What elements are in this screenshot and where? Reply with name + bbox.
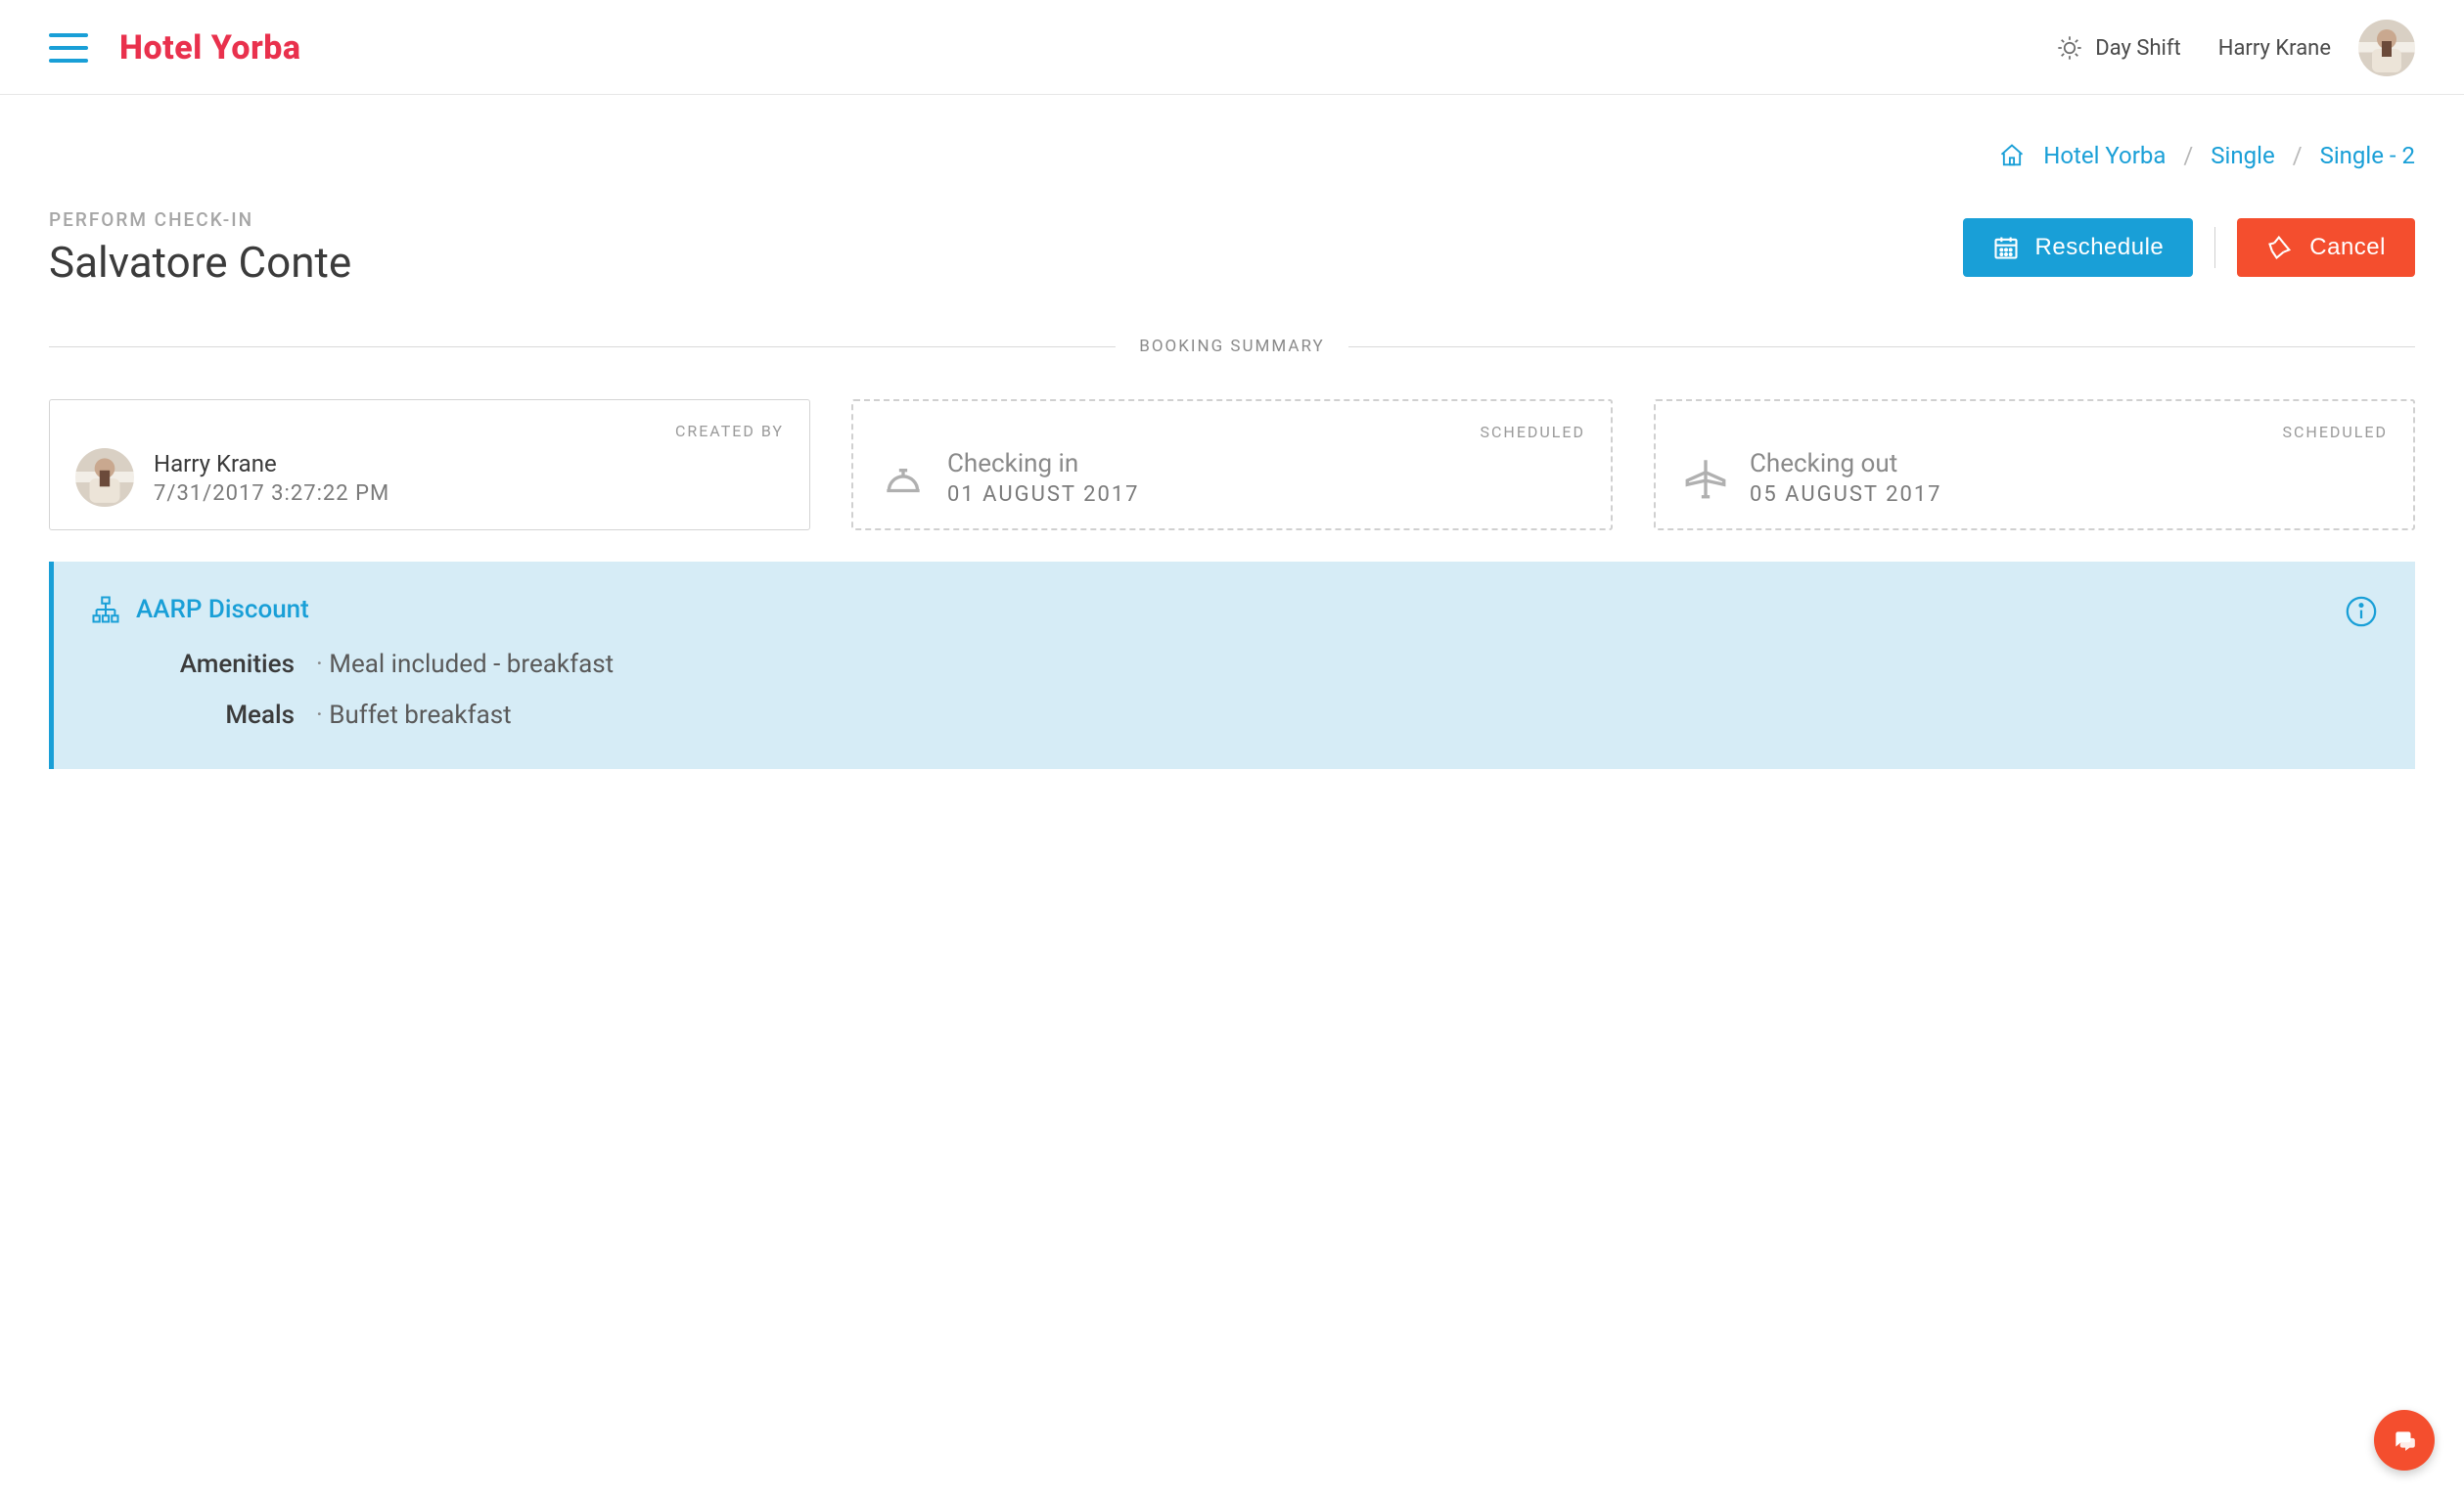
discount-title-row[interactable]: AARP Discount — [91, 595, 2378, 624]
breadcrumb-item-hotel[interactable]: Hotel Yorba — [2043, 142, 2166, 169]
sun-icon — [2056, 34, 2083, 62]
title-row: PERFORM CHECK-IN Salvatore Conte Resched… — [49, 208, 2415, 288]
user-avatar[interactable] — [2358, 20, 2415, 76]
topbar: Hotel Yorba Day Shift Harry Krane — [0, 0, 2464, 95]
main-content: Hotel Yorba / Single / Single - 2 PERFOR… — [0, 95, 2464, 828]
chat-fab[interactable] — [2374, 1410, 2435, 1471]
check-in-label: SCHEDULED — [879, 423, 1585, 441]
amenities-label: Amenities — [91, 650, 316, 679]
discount-title: AARP Discount — [136, 595, 309, 624]
shift-toggle[interactable]: Day Shift — [2056, 34, 2180, 62]
section-divider-booking-summary: BOOKING SUMMARY — [49, 337, 2415, 356]
home-icon — [1998, 142, 2026, 169]
calendar-icon — [1992, 234, 2020, 261]
created-by-card: CREATED BY Harry Krane 7/31/2017 3:27:22… — [49, 399, 810, 530]
breadcrumb-item-room[interactable]: Single - 2 — [2320, 142, 2415, 169]
page-kicker: PERFORM CHECK-IN — [49, 208, 351, 231]
plane-icon — [1681, 454, 1730, 503]
breadcrumb-item-single[interactable]: Single — [2211, 142, 2274, 169]
page-title: Salvatore Conte — [49, 237, 351, 288]
discount-panel: AARP Discount Amenities Meal included - … — [49, 562, 2415, 769]
check-out-title: Checking out — [1750, 449, 1942, 478]
created-by-label: CREATED BY — [75, 422, 784, 440]
summary-cards: CREATED BY Harry Krane 7/31/2017 3:27:22… — [49, 399, 2415, 530]
section-label: BOOKING SUMMARY — [1139, 337, 1325, 356]
check-out-label: SCHEDULED — [1681, 423, 2388, 441]
amenities-value: Meal included - breakfast — [316, 650, 2378, 679]
hamburger-menu-icon[interactable] — [49, 33, 88, 63]
check-in-card: SCHEDULED Checking in 01 AUGUST 2017 — [851, 399, 1613, 530]
check-out-date: 05 AUGUST 2017 — [1750, 482, 1942, 507]
breadcrumb-separator: / — [2183, 142, 2193, 169]
chat-icon — [2391, 1428, 2418, 1453]
reschedule-button[interactable]: Reschedule — [1963, 218, 2194, 277]
breadcrumb-separator: / — [2293, 142, 2303, 169]
info-icon[interactable] — [2345, 595, 2378, 628]
creator-avatar — [75, 448, 134, 507]
hierarchy-icon — [91, 595, 120, 624]
bell-icon — [879, 454, 928, 503]
action-divider — [2214, 227, 2215, 268]
cancel-button[interactable]: Cancel — [2237, 218, 2415, 277]
check-out-card: SCHEDULED Checking out 05 AUGUST 2017 — [1654, 399, 2415, 530]
check-in-date: 01 AUGUST 2017 — [947, 482, 1140, 507]
action-buttons: Reschedule Cancel — [1963, 218, 2415, 277]
recycle-icon — [2266, 234, 2294, 261]
check-in-title: Checking in — [947, 449, 1140, 478]
cancel-label: Cancel — [2309, 234, 2386, 261]
breadcrumb: Hotel Yorba / Single / Single - 2 — [49, 142, 2415, 169]
brand-logo[interactable]: Hotel Yorba — [119, 28, 301, 68]
created-datetime: 7/31/2017 3:27:22 PM — [154, 481, 389, 506]
shift-label: Day Shift — [2095, 36, 2180, 61]
reschedule-label: Reschedule — [2035, 234, 2165, 261]
current-user-name[interactable]: Harry Krane — [2218, 36, 2331, 61]
creator-name: Harry Krane — [154, 450, 389, 477]
meals-value: Buffet breakfast — [316, 701, 2378, 730]
meals-label: Meals — [91, 701, 316, 730]
